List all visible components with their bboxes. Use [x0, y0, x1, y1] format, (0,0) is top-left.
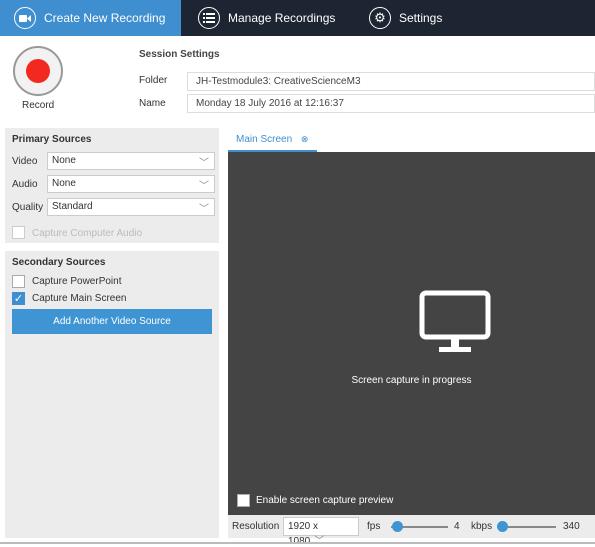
kbps-label: kbps [471, 521, 493, 532]
gear-icon: ⚙ [369, 7, 391, 29]
top-nav: Create New Recording Manage Recordings ⚙… [0, 0, 595, 36]
screen-preview: Screen capture in progress Enable screen… [228, 152, 595, 515]
fps-value: 4 [454, 521, 460, 532]
tab-create-new-recording[interactable]: Create New Recording [0, 0, 181, 36]
kbps-value: 340 [563, 521, 580, 532]
tab-main-screen[interactable]: Main Screen ⊗ [228, 128, 317, 152]
kbps-slider-thumb[interactable] [497, 521, 508, 532]
secondary-sources-panel: Secondary Sources Capture PowerPoint ✓ C… [5, 251, 219, 538]
capture-settings-bar: Resolution 1920 x 1080﹀ fps 4 kbps 340 [228, 515, 595, 547]
divider [0, 542, 595, 544]
record-icon [26, 59, 50, 83]
folder-label: Folder [139, 75, 168, 86]
enable-preview-label: Enable screen capture preview [256, 495, 394, 506]
audio-select[interactable]: None ﹀ [47, 175, 215, 193]
capture-computer-audio-checkbox[interactable] [12, 226, 25, 239]
resolution-label: Resolution [232, 521, 280, 532]
quality-label: Quality [12, 202, 44, 213]
tab-manage-recordings[interactable]: Manage Recordings [198, 0, 335, 36]
video-camera-icon [14, 7, 36, 29]
video-label: Video [12, 156, 38, 167]
chevron-down-icon: ﹀ [199, 204, 209, 215]
audio-label: Audio [12, 179, 38, 190]
enable-preview-checkbox[interactable] [237, 494, 250, 507]
record-label: Record [22, 100, 55, 111]
folder-field[interactable]: JH-Testmodule3: CreativeScienceM3 [187, 72, 595, 91]
chevron-down-icon: ﹀ [199, 181, 209, 192]
primary-sources-panel: Primary Sources Video None ﹀ Audio None ﹀ … [5, 128, 219, 243]
chevron-down-icon: ﹀ [199, 158, 209, 169]
name-label: Name [139, 98, 166, 109]
capture-main-screen-checkbox[interactable]: ✓ [12, 292, 25, 305]
capture-computer-audio-label: Capture Computer Audio [32, 228, 143, 239]
secondary-sources-title: Secondary Sources [12, 257, 106, 268]
record-button[interactable] [13, 46, 63, 96]
video-select[interactable]: None ﹀ [47, 152, 215, 170]
list-icon [198, 7, 220, 29]
primary-sources-title: Primary Sources [12, 134, 92, 145]
resolution-select[interactable]: 1920 x 1080﹀ [283, 517, 359, 547]
monitor-icon [419, 290, 491, 359]
quality-select[interactable]: Standard ﹀ [47, 198, 215, 216]
name-field[interactable]: Monday 18 July 2016 at 12:16:37 [187, 94, 595, 113]
close-tab-icon[interactable]: ⊗ [301, 134, 309, 144]
fps-slider-thumb[interactable] [392, 521, 403, 532]
tab-settings[interactable]: ⚙ Settings [369, 0, 442, 36]
add-video-source-button[interactable]: Add Another Video Source [12, 309, 212, 334]
capture-powerpoint-checkbox[interactable] [12, 275, 25, 288]
capture-powerpoint-label: Capture PowerPoint [32, 276, 122, 287]
capture-status: Screen capture in progress [351, 375, 472, 386]
capture-main-screen-label: Capture Main Screen [32, 293, 127, 304]
session-settings-title: Session Settings [139, 49, 220, 60]
fps-label: fps [367, 521, 381, 532]
